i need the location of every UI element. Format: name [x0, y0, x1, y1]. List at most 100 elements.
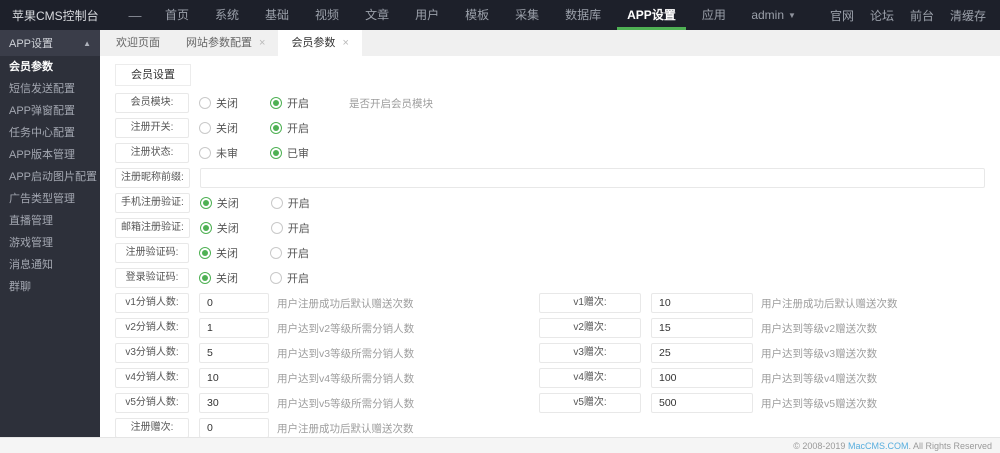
form-row: 邮箱注册验证: 关闭 开启 — [115, 218, 985, 238]
form-row: 注册开关: 关闭 开启 — [115, 118, 985, 138]
sidebar-group-app-settings[interactable]: APP设置 ▲ — [0, 30, 100, 56]
sidebar-item-短信发送配置[interactable]: 短信发送配置 — [0, 78, 100, 100]
nav-item-采集[interactable]: 采集 — [502, 0, 552, 30]
nav-item-文章[interactable]: 文章 — [352, 0, 402, 30]
page-tab-会员参数[interactable]: 会员参数 × — [278, 30, 362, 56]
top-link-清缓存[interactable]: 清缓存 — [950, 7, 986, 24]
field-label: v5分销人数: — [115, 393, 189, 413]
sidebar-item-直播管理[interactable]: 直播管理 — [0, 210, 100, 232]
radio-option-开启[interactable]: 开启 — [270, 95, 309, 111]
radio-icon — [199, 197, 212, 209]
sidebar-item-广告类型管理[interactable]: 广告类型管理 — [0, 188, 100, 210]
form-row: v1分销人数: 用户注册成功后默认赠送次数 v1赠次: 用户注册成功后默认赠送次数 — [115, 293, 985, 313]
radio-label: 开启 — [287, 248, 309, 260]
radio-option-未审[interactable]: 未审 — [199, 145, 238, 161]
sidebar-item-游戏管理[interactable]: 游戏管理 — [0, 232, 100, 254]
pair-left: v4分销人数: 用户达到v4等级所需分销人数 — [115, 368, 539, 388]
radio-option-开启[interactable]: 开启 — [270, 270, 309, 286]
radio-option-关闭[interactable]: 关闭 — [199, 270, 238, 286]
radio-option-关闭[interactable]: 关闭 — [199, 120, 238, 136]
top-navbar: 苹果CMS控制台 — 首页 系统 基础 视频 文章 用户 模板 采集 数据库 APP设置 应用 ad… — [0, 0, 1000, 30]
number-input-v5分销人数:[interactable] — [199, 393, 269, 413]
sidebar-item-任务中心配置[interactable]: 任务中心配置 — [0, 122, 100, 144]
footer-bar: © 2008-2019 MacCMS.COM. All Rights Reser… — [0, 437, 1000, 453]
radio-option-开启[interactable]: 开启 — [270, 120, 309, 136]
nav-item-基础[interactable]: 基础 — [252, 0, 302, 30]
sidebar-group-label: APP设置 — [9, 38, 54, 50]
collapse-menu-icon[interactable]: — — [118, 8, 152, 23]
rights-text: . All Rights Reserved — [908, 440, 992, 451]
field-label: v1赠次: — [539, 293, 641, 313]
nav-item-APP设置[interactable]: APP设置 — [614, 0, 689, 30]
top-link-官网[interactable]: 官网 — [830, 7, 854, 24]
nav-item-应用[interactable]: 应用 — [689, 0, 739, 30]
radio-option-关闭[interactable]: 关闭 — [199, 220, 239, 236]
text-input-注册昵称前缀:[interactable] — [199, 168, 985, 188]
radio-option-开启[interactable]: 开启 — [270, 195, 310, 211]
sidebar-item-APP启动图片配置[interactable]: APP启动图片配置 — [0, 166, 100, 188]
sidebar-item-群聊[interactable]: 群聊 — [0, 276, 100, 298]
sidebar-item-APP版本管理[interactable]: APP版本管理 — [0, 144, 100, 166]
top-link-前台[interactable]: 前台 — [910, 7, 934, 24]
top-nav-menu: 首页 系统 基础 视频 文章 用户 模板 采集 数据库 APP设置 应用 — [152, 0, 739, 30]
admin-username: admin — [751, 8, 785, 22]
radio-label: 关闭 — [216, 248, 238, 260]
field-hint: 用户达到v2等级所需分销人数 — [277, 322, 415, 335]
top-link-论坛[interactable]: 论坛 — [870, 7, 894, 24]
page-tab-label: 欢迎页面 — [116, 37, 160, 49]
number-input-v1赠次:[interactable] — [651, 293, 753, 313]
nav-item-系统[interactable]: 系统 — [202, 0, 252, 30]
sidebar-item-APP弹窗配置[interactable]: APP弹窗配置 — [0, 100, 100, 122]
number-input-v2分销人数:[interactable] — [199, 318, 269, 338]
nav-item-数据库[interactable]: 数据库 — [552, 0, 614, 30]
sidebar-item-消息通知[interactable]: 消息通知 — [0, 254, 100, 276]
radio-option-开启[interactable]: 开启 — [270, 245, 309, 261]
number-input-v2赠次:[interactable] — [651, 318, 753, 338]
page-tabbar: 欢迎页面 网站参数配置 × 会员参数 × — [100, 30, 1000, 56]
nav-item-首页[interactable]: 首页 — [152, 0, 202, 30]
nav-item-模板[interactable]: 模板 — [452, 0, 502, 30]
radio-label: 开启 — [287, 198, 310, 210]
number-input-v4赠次:[interactable] — [651, 368, 753, 388]
number-input-v5赠次:[interactable] — [651, 393, 753, 413]
sidebar-item-会员参数[interactable]: 会员参数 — [0, 56, 100, 78]
close-tab-icon[interactable]: × — [259, 37, 265, 49]
radio-option-开启[interactable]: 开启 — [270, 220, 310, 236]
number-input-v3赠次:[interactable] — [651, 343, 753, 363]
member-settings-form: 会员模块: 关闭 开启 是否开启会员模块 注册开关: 关闭 开启 注册状态: 未审 已审 注册昵称前… — [115, 93, 985, 437]
close-tab-icon[interactable]: × — [342, 37, 348, 49]
number-input-v4分销人数:[interactable] — [199, 368, 269, 388]
field-hint: 用户达到等级v2赠送次数 — [761, 322, 878, 335]
radio-option-关闭[interactable]: 关闭 — [199, 195, 239, 211]
field-label: v3分销人数: — [115, 343, 189, 363]
number-input-v1分销人数:[interactable] — [199, 293, 269, 313]
field-label: 注册验证码: — [115, 243, 189, 263]
radio-option-关闭[interactable]: 关闭 — [199, 245, 238, 261]
nav-item-视频[interactable]: 视频 — [302, 0, 352, 30]
number-input-v3分销人数:[interactable] — [199, 343, 269, 363]
copyright-text: © 2008-2019 — [793, 440, 848, 451]
form-row: 注册状态: 未审 已审 — [115, 143, 985, 163]
radio-icon — [199, 247, 211, 259]
page-tab-网站参数配置[interactable]: 网站参数配置 × — [173, 30, 278, 56]
radio-icon — [270, 222, 283, 234]
tab-member-settings[interactable]: 会员设置 — [115, 64, 191, 86]
field-hint: 用户达到v4等级所需分销人数 — [277, 372, 415, 385]
pair-left: v5分销人数: 用户达到v5等级所需分销人数 — [115, 393, 539, 413]
admin-user-dropdown[interactable]: admin ▼ — [751, 8, 796, 22]
radio-option-已审[interactable]: 已审 — [270, 145, 309, 161]
radio-label: 开启 — [287, 273, 309, 285]
radio-label: 已审 — [287, 148, 309, 160]
field-label: 会员模块: — [115, 93, 189, 113]
number-input-注册赠次:[interactable] — [199, 418, 269, 437]
field-hint: 用户达到等级v4赠送次数 — [761, 372, 878, 385]
pair-left: v1分销人数: 用户注册成功后默认赠送次数 — [115, 293, 539, 313]
content-panel: 会员设置 会员模块: 关闭 开启 是否开启会员模块 注册开关: 关闭 开启 注册状态: 未审 已审… — [100, 56, 1000, 437]
maccms-link[interactable]: MacCMS.COM — [848, 441, 909, 451]
page-tab-欢迎页面[interactable]: 欢迎页面 — [103, 30, 173, 56]
field-label: 注册状态: — [115, 143, 189, 163]
radio-option-关闭[interactable]: 关闭 — [199, 95, 238, 111]
field-label: v4分销人数: — [115, 368, 189, 388]
field-label: 注册昵称前缀: — [115, 168, 190, 188]
nav-item-用户[interactable]: 用户 — [402, 0, 452, 30]
